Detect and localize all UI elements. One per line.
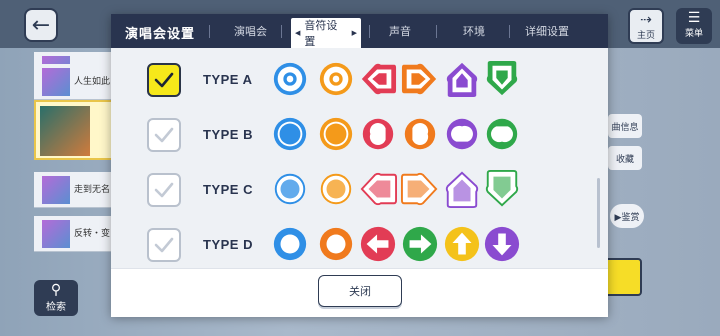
song-thumbnail <box>40 106 90 156</box>
menu-label: 菜单 <box>684 29 703 39</box>
orange-circle-note-icon <box>317 60 355 98</box>
type-label: TYPE D <box>203 237 253 252</box>
list-item[interactable]: 人生如此 <box>34 64 114 100</box>
blue-circle-note-icon <box>271 115 309 153</box>
checkmark-icon <box>154 182 174 198</box>
tab-sound[interactable]: 声音 <box>389 23 411 39</box>
appreciate-label: ▶鉴赏 <box>614 212 640 223</box>
purple-up-arrow-note-icon <box>443 170 481 208</box>
orange-right-arrow-note-icon <box>401 115 439 153</box>
tab-divider <box>436 25 437 38</box>
close-label: 关闭 <box>349 285 371 298</box>
note-type-row[interactable]: TYPE D <box>111 221 591 268</box>
checkmark-icon <box>154 237 174 253</box>
list-item-selected[interactable] <box>34 100 114 160</box>
list-item[interactable]: 反转・变 <box>34 216 114 252</box>
orange-circle-note-icon <box>317 225 355 263</box>
purple-up-arrow-note-icon <box>443 225 481 263</box>
green-down-arrow-note-icon <box>483 170 521 208</box>
blue-circle-note-icon <box>271 225 309 263</box>
red-left-arrow-note-icon <box>359 170 397 208</box>
song-info-button[interactable]: 曲信息 <box>608 114 642 138</box>
type-checkbox[interactable] <box>147 173 181 207</box>
hamburger-icon: ☰ <box>687 10 701 26</box>
orange-circle-note-icon <box>317 170 355 208</box>
tab-concert[interactable]: 演唱会 <box>234 23 267 39</box>
song-title: 反转・变 <box>74 229 111 239</box>
list-item[interactable]: 走到无名 <box>34 172 114 208</box>
red-left-arrow-note-icon <box>359 225 397 263</box>
song-title: 走到无名 <box>74 185 111 195</box>
note-type-list: TYPE A TYPE B TYPE C TYPE D <box>111 48 608 268</box>
checkmark-icon <box>154 127 174 143</box>
purple-up-arrow-note-icon <box>443 115 481 153</box>
home-button[interactable]: ⇢ 主页 <box>628 8 664 44</box>
concert-settings-dialog: 演唱会设置 演唱会 ◀ 音符设置 ▶ 声音 环境 详细设置 TYPE A TYP… <box>111 14 608 317</box>
close-button[interactable]: 关闭 <box>318 275 402 307</box>
blue-circle-note-icon <box>271 60 309 98</box>
orange-right-arrow-note-icon <box>401 225 439 263</box>
orange-right-arrow-note-icon <box>401 170 439 208</box>
song-thumbnail <box>42 220 70 248</box>
red-left-arrow-note-icon <box>359 115 397 153</box>
favorite-button[interactable]: 收藏 <box>608 146 642 170</box>
search-button[interactable]: ⚲ 检索 <box>34 280 78 316</box>
appreciate-button[interactable]: ▶鉴赏 <box>610 204 644 228</box>
note-type-row[interactable]: TYPE A <box>111 56 591 108</box>
type-label: TYPE A <box>203 72 253 87</box>
red-left-arrow-note-icon <box>359 60 397 98</box>
orange-right-arrow-note-icon <box>401 60 439 98</box>
blue-circle-note-icon <box>271 170 309 208</box>
note-type-row[interactable]: TYPE C <box>111 166 591 218</box>
song-info-label: 曲信息 <box>611 122 639 133</box>
triangle-left-icon: ◀ <box>295 29 301 37</box>
menu-button[interactable]: ☰ 菜单 <box>676 8 712 44</box>
home-label: 主页 <box>636 31 655 41</box>
tab-note-settings-label: 音符设置 <box>304 19 338 48</box>
arrow-left-icon: ← <box>31 12 51 38</box>
tab-divider <box>281 25 282 38</box>
tab-note-settings[interactable]: ◀ 音符设置 ▶ <box>291 18 361 48</box>
favorite-label: 收藏 <box>615 154 634 165</box>
song-thumbnail <box>42 68 70 96</box>
green-down-arrow-note-icon <box>483 60 521 98</box>
song-title: 人生如此 <box>74 77 111 87</box>
tab-divider <box>209 25 210 38</box>
dialog-footer: 关闭 <box>111 268 608 317</box>
home-icon: ⇢ <box>640 12 652 28</box>
type-label: TYPE C <box>203 182 253 197</box>
search-icon: ⚲ <box>50 282 62 298</box>
triangle-right-icon: ▶ <box>351 29 357 37</box>
type-label: TYPE B <box>203 127 253 142</box>
note-type-row[interactable]: TYPE B <box>111 111 591 163</box>
type-checkbox[interactable] <box>147 118 181 152</box>
song-thumbnail <box>42 176 70 204</box>
tab-divider <box>509 25 510 38</box>
tab-environment[interactable]: 环境 <box>463 23 485 39</box>
green-down-arrow-note-icon <box>483 115 521 153</box>
orange-circle-note-icon <box>317 115 355 153</box>
green-down-arrow-note-icon <box>483 225 521 263</box>
type-checkbox[interactable] <box>147 228 181 262</box>
dialog-header: 演唱会设置 演唱会 ◀ 音符设置 ▶ 声音 环境 详细设置 <box>111 14 608 48</box>
tab-detail-settings[interactable]: 详细设置 <box>525 23 569 39</box>
back-button[interactable]: ← <box>24 8 58 42</box>
tab-divider <box>369 25 370 38</box>
checkmark-icon <box>154 72 174 88</box>
scrollbar[interactable] <box>597 178 600 248</box>
search-label: 检索 <box>46 302 66 313</box>
type-checkbox[interactable] <box>147 63 181 97</box>
purple-up-arrow-note-icon <box>443 60 481 98</box>
dialog-title: 演唱会设置 <box>125 27 196 42</box>
